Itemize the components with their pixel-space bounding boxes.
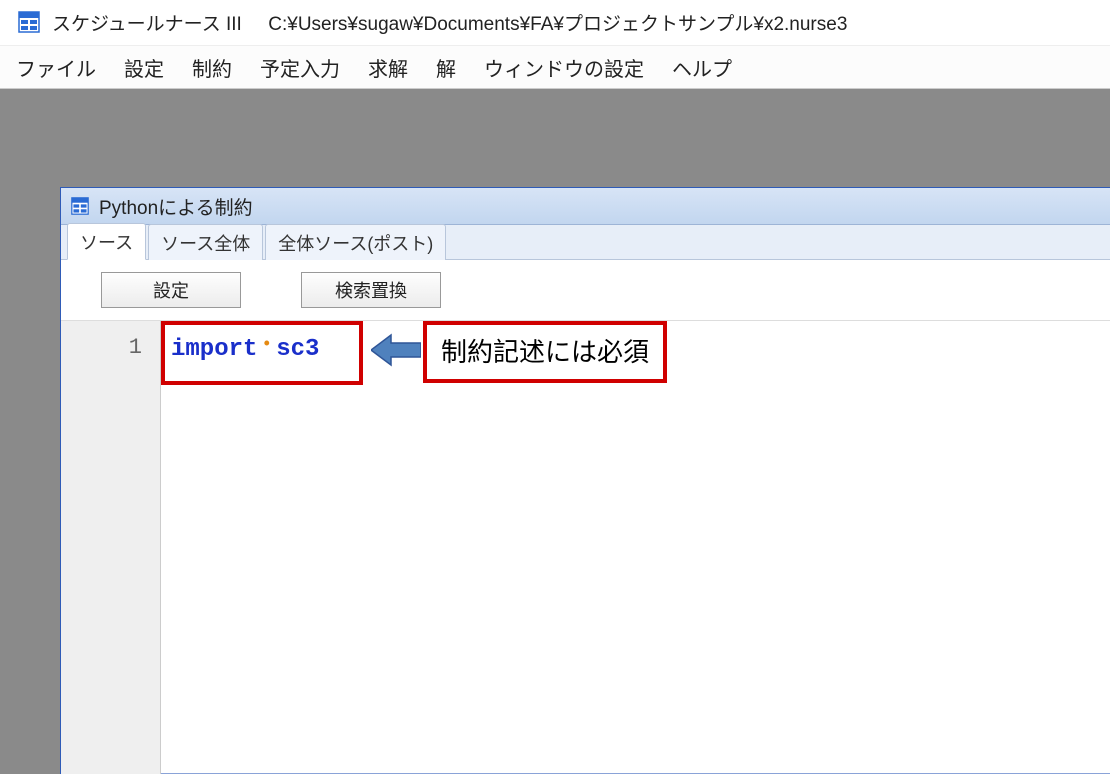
menu-bar: ファイル 設定 制約 予定入力 求解 解 ウィンドウの設定 ヘルプ: [0, 45, 1110, 89]
annotation-text-box: 制約記述には必須: [423, 321, 667, 383]
tab-source-all-post[interactable]: 全体ソース(ポスト): [265, 224, 446, 260]
keyword-import: import: [171, 336, 257, 363]
line-number-gutter: 1: [61, 321, 161, 774]
child-window-title: Pythonによる制約: [99, 193, 253, 220]
python-constraint-window: Pythonによる制約 ソース ソース全体 全体ソース(ポスト) 設定 検索置換…: [60, 187, 1110, 774]
menu-help[interactable]: ヘルプ: [672, 53, 732, 82]
menu-settings[interactable]: 設定: [124, 53, 164, 82]
menu-schedule-input[interactable]: 予定入力: [260, 53, 340, 82]
app-name: スケジュールナース III: [52, 14, 242, 35]
tab-source[interactable]: ソース: [67, 223, 146, 260]
module-sc3: sc3: [276, 336, 319, 363]
menu-constraints[interactable]: 制約: [192, 53, 232, 82]
code-line-1[interactable]: import•sc3: [171, 329, 319, 372]
file-path: C:¥Users¥sugaw¥Documents¥FA¥プロジェクトサンプル¥x…: [268, 14, 847, 35]
settings-button[interactable]: 設定: [101, 272, 241, 308]
main-title-bar: スケジュールナース III C:¥Users¥sugaw¥Documents¥F…: [0, 0, 1110, 45]
code-editor: 1 import•sc3 制約記述には必須: [61, 320, 1110, 774]
app-title: スケジュールナース III C:¥Users¥sugaw¥Documents¥F…: [52, 9, 847, 36]
whitespace-dot-icon: •: [261, 335, 272, 355]
menu-solve[interactable]: 求解: [368, 53, 408, 82]
child-window-icon: [71, 197, 89, 215]
code-area[interactable]: import•sc3 制約記述には必須: [161, 321, 1110, 774]
menu-file[interactable]: ファイル: [16, 53, 96, 82]
annotation-arrow-icon: [371, 333, 421, 383]
child-title-bar[interactable]: Pythonによる制約: [61, 188, 1110, 225]
search-replace-button[interactable]: 検索置換: [301, 272, 441, 308]
menu-solution[interactable]: 解: [436, 53, 456, 82]
menu-window-settings[interactable]: ウィンドウの設定: [484, 53, 644, 82]
line-number: 1: [61, 327, 142, 369]
tab-source-all[interactable]: ソース全体: [148, 224, 263, 260]
app-icon: [18, 11, 40, 33]
child-toolbar: 設定 検索置換: [61, 260, 1110, 320]
mdi-client-area: Pythonによる制約 ソース ソース全体 全体ソース(ポスト) 設定 検索置換…: [0, 89, 1110, 774]
tab-row: ソース ソース全体 全体ソース(ポスト): [61, 225, 1110, 260]
